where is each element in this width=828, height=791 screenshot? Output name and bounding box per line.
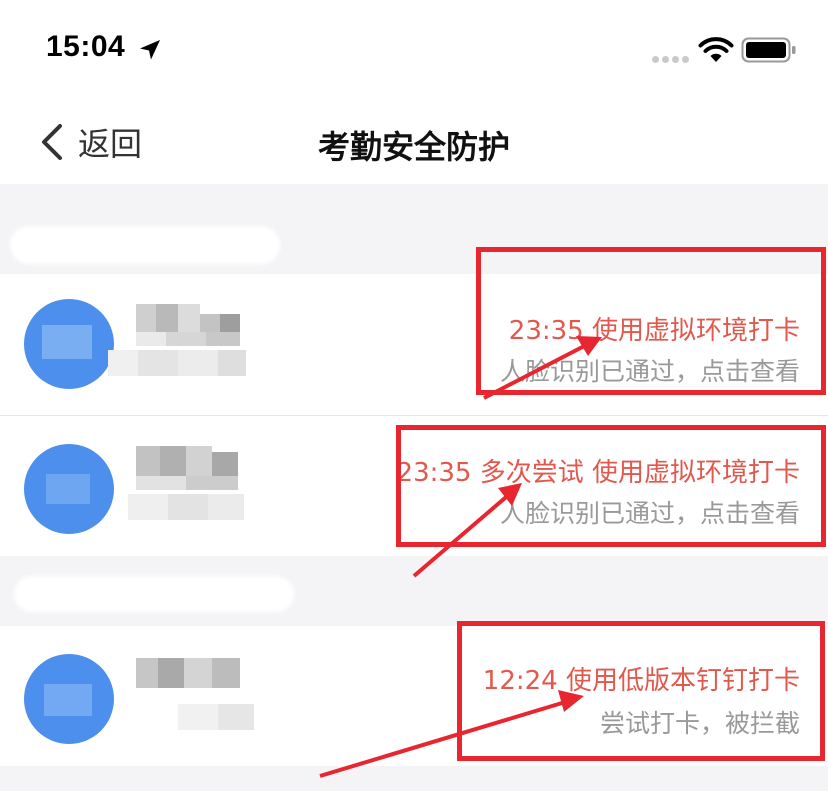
redacted-section-label [10,226,280,264]
annotation-box-1 [476,247,826,395]
status-time: 15:04 [46,30,126,63]
list-bottom-gap [0,766,828,791]
avatar [24,444,114,534]
navigation-bar: 返回 考勤安全防护 [0,100,828,184]
location-arrow-icon [140,40,160,60]
wifi-icon [698,37,734,62]
avatar [24,299,114,389]
redacted-section-label [14,576,294,612]
status-bar: 15:04 [0,0,828,100]
avatar [24,654,114,744]
page-title: 考勤安全防护 [317,128,510,166]
signal-dots-icon [652,48,692,67]
section-header-2 [0,556,828,626]
annotation-box-3 [457,621,825,761]
annotation-box-2 [396,425,826,547]
battery-icon [741,37,796,63]
